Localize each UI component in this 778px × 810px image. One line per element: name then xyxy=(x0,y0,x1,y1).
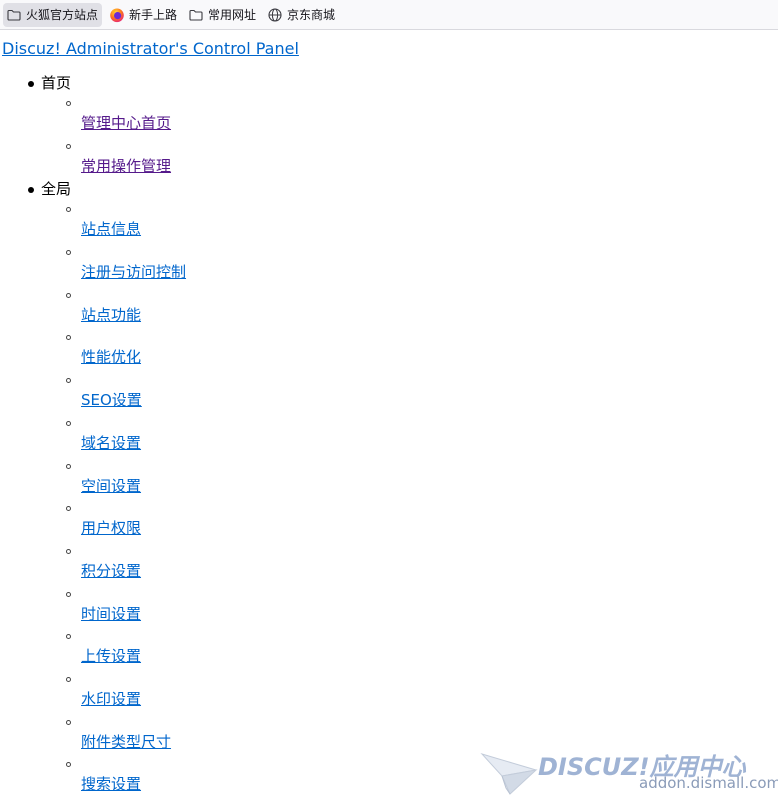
menu-group-global: 全局 站点信息 注册与访问控制 站点功能 性能优化 SEO设置 域名设置 空间设… xyxy=(0,179,186,798)
menu-link-time[interactable]: 时间设置 xyxy=(81,605,141,623)
bookmark-label: 新手上路 xyxy=(129,8,178,22)
menu-link-watermark[interactable]: 水印设置 xyxy=(81,690,141,708)
menu-link-user-permissions[interactable]: 用户权限 xyxy=(81,519,141,537)
list-item: 空间设置 xyxy=(0,457,141,500)
list-item: 注册与访问控制 xyxy=(0,243,186,286)
list-item: 用户权限 xyxy=(0,499,141,542)
menu-group-home: 首页 管理中心首页 常用操作管理 xyxy=(0,73,171,180)
menu-link-upload[interactable]: 上传设置 xyxy=(81,647,141,665)
bookmarks-toolbar: 火狐官方站点 新手上路 常用网址 京东商城 xyxy=(0,0,778,30)
bookmark-label: 火狐官方站点 xyxy=(26,8,99,22)
bookmark-jd-mall[interactable]: 京东商城 xyxy=(264,3,339,27)
paper-plane-icon xyxy=(480,753,538,795)
bookmark-common-sites[interactable]: 常用网址 xyxy=(185,3,260,27)
menu-group-label: 首页 xyxy=(0,73,71,94)
submenu-home: 管理中心首页 常用操作管理 xyxy=(0,94,171,180)
folder-icon xyxy=(188,7,204,23)
bookmark-getting-started[interactable]: 新手上路 xyxy=(106,3,181,27)
bookmark-label: 常用网址 xyxy=(208,8,257,22)
list-item: 站点信息 xyxy=(0,200,141,243)
list-item: 站点功能 xyxy=(0,286,141,329)
menu-link-domain[interactable]: 域名设置 xyxy=(81,434,141,452)
list-item: 搜索设置 xyxy=(0,755,141,798)
menu-link-admin-home[interactable]: 管理中心首页 xyxy=(81,114,171,132)
menu-link-register-access[interactable]: 注册与访问控制 xyxy=(81,263,186,281)
list-item: 性能优化 xyxy=(0,328,141,371)
menu-group-label: 全局 xyxy=(0,179,71,200)
bookmark-firefox-official[interactable]: 火狐官方站点 xyxy=(3,2,103,27)
list-item: 管理中心首页 xyxy=(0,94,171,137)
list-item: 上传设置 xyxy=(0,627,141,670)
watermark-domain: addon.dismall.com xyxy=(639,774,778,792)
menu-link-common-operations[interactable]: 常用操作管理 xyxy=(81,157,171,175)
menu-link-credits[interactable]: 积分设置 xyxy=(81,562,141,580)
menu-link-attachment-types[interactable]: 附件类型尺寸 xyxy=(81,733,171,751)
menu-link-performance[interactable]: 性能优化 xyxy=(81,348,141,366)
menu-link-seo[interactable]: SEO设置 xyxy=(81,391,142,409)
submenu-global: 站点信息 注册与访问控制 站点功能 性能优化 SEO设置 域名设置 空间设置 用… xyxy=(0,200,186,798)
list-item: 时间设置 xyxy=(0,585,141,628)
menu-link-site-info[interactable]: 站点信息 xyxy=(81,220,141,238)
list-item: 积分设置 xyxy=(0,542,141,585)
list-item: 水印设置 xyxy=(0,670,141,713)
list-item: 常用操作管理 xyxy=(0,137,171,180)
menu-link-site-features[interactable]: 站点功能 xyxy=(81,306,141,324)
list-item: SEO设置 xyxy=(0,371,142,414)
folder-icon xyxy=(6,7,22,23)
firefox-icon xyxy=(109,7,125,23)
admin-panel-title-link[interactable]: Discuz! Administrator's Control Panel xyxy=(2,39,299,58)
menu-link-space[interactable]: 空间设置 xyxy=(81,477,141,495)
globe-icon xyxy=(267,7,283,23)
bookmark-label: 京东商城 xyxy=(287,8,336,22)
menu-link-search[interactable]: 搜索设置 xyxy=(81,775,141,793)
list-item: 域名设置 xyxy=(0,414,141,457)
admin-menu: 首页 管理中心首页 常用操作管理 全局 站点信息 注册与访问控制 站点功能 性能… xyxy=(0,73,186,798)
list-item: 附件类型尺寸 xyxy=(0,713,171,756)
discuz-watermark: DISCUZ!应用中心 addon.dismall.com xyxy=(480,748,778,798)
